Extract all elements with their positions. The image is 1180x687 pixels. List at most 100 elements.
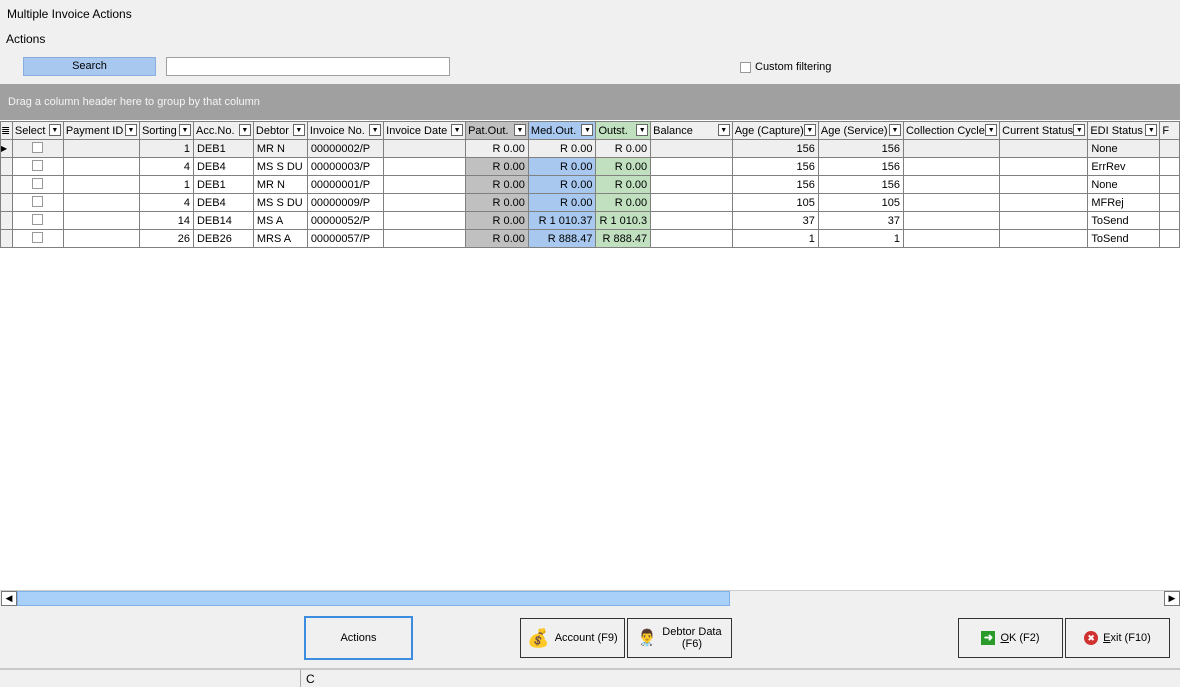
table-row[interactable]: 26 DEB26 MRS A 00000057/P R 0.00 R 888.47 R 88… [0,229,1180,248]
filter-dropdown-icon[interactable]: ▼ [888,124,901,136]
scroll-left-icon[interactable]: ◀ [1,591,17,606]
filter-dropdown-icon[interactable]: ▼ [369,124,382,136]
filter-dropdown-icon[interactable]: ▼ [292,124,305,136]
table-cell[interactable] [11,229,64,248]
column-header-label: Collection Cycle [905,124,985,137]
table-row[interactable]: 4 DEB4 MS S DU 00000003/P R 0.00 R 0.00 R 0.00… [0,157,1180,176]
table-cell[interactable] [11,139,64,158]
table-cell: R 1 010.3 [595,211,652,230]
column-header[interactable]: Invoice Date ▼ [383,121,467,140]
column-header[interactable]: Select ▼ [11,121,64,140]
filter-dropdown-icon[interactable]: ▼ [238,124,251,136]
table-cell: 156 [731,139,819,158]
table-cell: R 0.00 [595,139,652,158]
filter-dropdown-icon[interactable]: ▼ [124,124,137,136]
scrollbar-thumb[interactable] [17,591,730,606]
column-header[interactable]: Debtor ▼ [252,121,308,140]
table-row[interactable]: 4 DEB4 MS S DU 00000009/P R 0.00 R 0.00 R 0.00… [0,193,1180,212]
actions-label: Actions [340,632,377,644]
table-row[interactable]: 1 DEB1 MR N 00000001/P R 0.00 R 0.00 R 0.00 156… [0,175,1180,194]
column-header-label: Sorting [141,124,177,137]
table-cell[interactable] [11,211,64,230]
table-cell [1159,175,1180,194]
select-checkbox[interactable] [32,231,44,243]
column-header-label: Age (Capture) [734,124,804,137]
column-header[interactable]: Pat.Out. ▼ [465,121,529,140]
table-row[interactable]: 14 DEB14 MS A 00000052/P R 0.00 R 1 010.37 R 1… [0,211,1180,230]
table-cell [62,211,140,230]
select-checkbox[interactable] [32,159,44,171]
custom-filtering-checkbox[interactable]: Custom filtering [740,61,831,73]
table-cell [902,211,1001,230]
search-input[interactable] [166,57,450,76]
column-header-label: F [1162,124,1170,137]
select-checkbox[interactable] [32,177,44,189]
column-header[interactable]: Invoice No. ▼ [306,121,385,140]
actions-button[interactable]: Actions [304,616,413,660]
column-header[interactable]: Acc.No. ▼ [192,121,254,140]
filter-dropdown-icon[interactable]: ▼ [48,124,61,136]
column-header[interactable]: Collection Cycle ▼ [902,121,1001,140]
table-cell[interactable] [11,175,64,194]
table-cell: R 0.00 [465,211,529,230]
filter-dropdown-icon[interactable]: ▼ [513,124,526,136]
table-cell: R 0.00 [527,193,597,212]
exit-mnemonic: E [1103,632,1111,644]
table-cell: DEB26 [192,229,254,248]
filter-dropdown-icon[interactable]: ▼ [803,124,816,136]
column-header[interactable]: Age (Capture) ▼ [731,121,819,140]
filter-dropdown-icon[interactable]: ▼ [1145,124,1158,136]
table-cell [902,175,1001,194]
column-header[interactable]: Outst. ▼ [595,121,652,140]
table-cell: R 1 010.37 [527,211,597,230]
select-checkbox[interactable] [32,213,44,225]
invoice-grid: ≣ Select ▼ Payment ID ▼ Sorting ▼ Acc.No. ▼ Debto… [0,121,1180,248]
column-header-label: Debtor [255,124,289,137]
filter-dropdown-icon[interactable]: ▼ [581,124,594,136]
exit-label: xit (F10) [1110,632,1151,644]
column-chooser-icon[interactable]: ≣ [0,121,13,140]
filter-dropdown-icon[interactable]: ▼ [985,124,998,136]
table-cell[interactable] [11,157,64,176]
scroll-right-icon[interactable]: ▶ [1164,591,1180,606]
column-header[interactable]: Payment ID ▼ [62,121,140,140]
column-header[interactable]: Current Status ▼ [999,121,1089,140]
table-cell: R 0.00 [595,175,652,194]
menu-actions[interactable]: Actions [6,32,45,46]
row-indicator [0,211,13,230]
account-icon: 💰 [527,627,550,648]
table-cell[interactable] [11,193,64,212]
exit-button[interactable]: ✖ Exit (F10) [1065,618,1170,658]
column-header[interactable]: EDI Status ▼ [1087,121,1161,140]
select-checkbox[interactable] [32,141,44,153]
table-cell: MS A [252,211,308,230]
search-button[interactable]: Search [23,57,156,76]
table-row[interactable]: ▶ 1 DEB1 MR N 00000002/P R 0.00 R 0.00 R 0.00 15… [0,139,1180,158]
group-by-panel[interactable]: Drag a column header here to group by th… [0,84,1180,120]
table-cell: 1 [138,175,194,194]
column-header[interactable]: Med.Out. ▼ [527,121,597,140]
table-cell [383,157,467,176]
filter-dropdown-icon[interactable]: ▼ [636,124,649,136]
filter-dropdown-icon[interactable]: ▼ [717,124,730,136]
table-cell: 4 [138,157,194,176]
column-header-label: Outst. [598,124,628,137]
debtor-data-button[interactable]: 👨‍⚕️ Debtor Data (F6) [627,618,732,658]
column-header[interactable]: Age (Service) ▼ [817,121,904,140]
filter-dropdown-icon[interactable]: ▼ [451,124,464,136]
column-header[interactable]: F [1159,121,1180,140]
account-button[interactable]: 💰 Account (F9) [520,618,625,658]
filter-dropdown-icon[interactable]: ▼ [1073,124,1086,136]
ok-button[interactable]: ➜ OK (F2) [958,618,1063,658]
select-checkbox[interactable] [32,195,44,207]
filter-dropdown-icon[interactable]: ▼ [178,124,191,136]
table-cell: 1 [731,229,819,248]
table-cell: MFRej [1087,193,1161,212]
column-header[interactable]: Balance ▼ [650,121,733,140]
table-cell: R 0.00 [527,139,597,158]
column-header[interactable]: Sorting ▼ [138,121,194,140]
account-label: Account (F9) [554,632,618,644]
table-cell: R 0.00 [527,175,597,194]
close-icon: ✖ [1084,631,1099,645]
table-cell: 00000009/P [306,193,385,212]
